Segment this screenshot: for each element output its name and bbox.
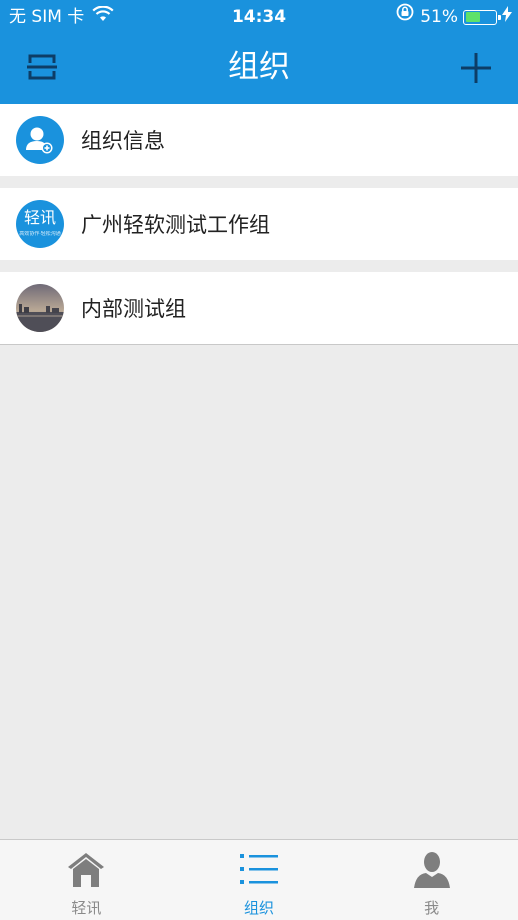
battery-icon bbox=[463, 9, 501, 25]
tab-label: 组织 bbox=[244, 899, 275, 917]
status-right: 51% bbox=[395, 0, 512, 34]
person-icon bbox=[412, 850, 452, 892]
org-info-row[interactable]: 组织信息 bbox=[0, 104, 518, 176]
avatar-subtitle: 高效协作·轻松沟通 bbox=[19, 231, 61, 237]
group-row-guangzhou[interactable]: 轻讯 高效协作·轻松沟通 广州轻软测试工作组 bbox=[0, 188, 518, 260]
rotation-lock-icon bbox=[395, 0, 415, 34]
tab-label: 我 bbox=[424, 899, 440, 917]
row-label: 组织信息 bbox=[81, 129, 165, 153]
tab-qingxun[interactable]: 轻讯 bbox=[0, 840, 173, 920]
charging-icon bbox=[502, 0, 512, 34]
status-bar: 无 SIM 卡 14:34 51% bbox=[0, 0, 518, 34]
battery-tip bbox=[498, 14, 501, 20]
list-section-guangzhou: 轻讯 高效协作·轻松沟通 广州轻软测试工作组 bbox=[0, 188, 518, 260]
plus-icon bbox=[461, 53, 491, 83]
list-section-org-info: 组织信息 bbox=[0, 104, 518, 176]
battery-fill bbox=[465, 12, 481, 22]
navigation-bar: 组织 bbox=[0, 34, 518, 104]
tab-organization[interactable]: 组织 bbox=[173, 840, 346, 920]
home-icon bbox=[66, 850, 106, 892]
list-icon bbox=[239, 850, 279, 892]
avatar-title: 轻讯 bbox=[23, 208, 56, 227]
tab-bar: 轻讯 组织 我 bbox=[0, 839, 518, 920]
header: 无 SIM 卡 14:34 51% 组织 bbox=[0, 0, 518, 104]
qingxun-logo-avatar: 轻讯 高效协作·轻松沟通 bbox=[16, 200, 64, 248]
landscape-photo-avatar bbox=[16, 284, 64, 332]
tab-me[interactable]: 我 bbox=[345, 840, 518, 920]
group-row-internal-test[interactable]: 内部测试组 bbox=[0, 272, 518, 344]
list-section-internal: 内部测试组 bbox=[0, 272, 518, 345]
battery-percent: 51% bbox=[420, 7, 458, 27]
tab-label: 轻讯 bbox=[71, 899, 102, 917]
page-title: 组织 bbox=[228, 49, 290, 85]
row-label: 广州轻软测试工作组 bbox=[81, 213, 270, 237]
row-label: 内部测试组 bbox=[81, 297, 186, 321]
org-info-icon bbox=[16, 116, 64, 164]
add-button[interactable] bbox=[460, 52, 492, 84]
